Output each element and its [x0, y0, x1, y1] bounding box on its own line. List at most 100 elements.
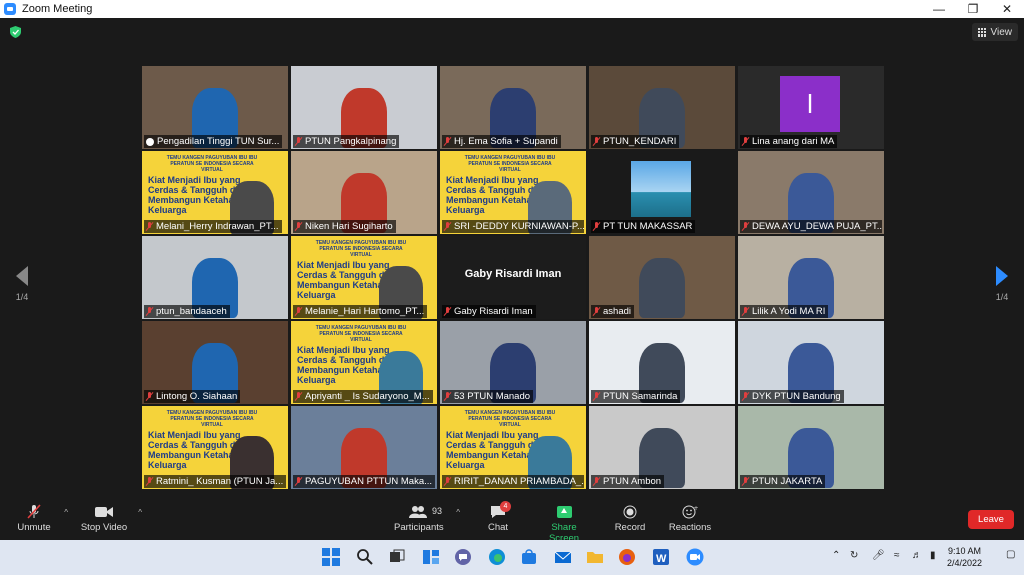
participant-name-label: PTUN JAKARTA [740, 475, 826, 488]
participants-options-caret[interactable]: ^ [456, 508, 460, 517]
microphone-muted-icon [593, 307, 600, 316]
participant-tile[interactable]: ptun_bandaaceh [142, 236, 288, 319]
search-icon[interactable] [356, 548, 374, 566]
participant-name-label: PTUN Pangkalpinang [293, 135, 400, 148]
participant-name-label: DEWA AYU_DEWA PUJA_PT... [740, 220, 882, 233]
participant-name-label: DYK PTUN Bandung [740, 390, 844, 403]
participant-tile[interactable]: TEMU KANGEN PAGUYUBAN IBU IBU PERATUN SE… [440, 151, 586, 234]
unmute-button[interactable]: Unmute ^ [14, 502, 68, 533]
view-button[interactable]: View [971, 23, 1018, 41]
microphone-muted-icon [444, 307, 451, 316]
microphone-muted-icon [444, 137, 451, 146]
microphone-muted-icon [295, 307, 302, 316]
system-clock[interactable]: 9:10 AM 2/4/2022 [947, 545, 982, 569]
minimize-button[interactable]: — [922, 0, 956, 18]
battery-icon[interactable]: ▮ [930, 550, 936, 561]
zoom-taskbar-icon[interactable] [686, 548, 704, 566]
microphone-muted-icon [14, 502, 54, 522]
reactions-button[interactable]: + Reactions [668, 502, 712, 533]
participants-button[interactable]: 93 Participants ^ [394, 502, 460, 533]
microphone-muted-icon [146, 392, 153, 401]
teams-chat-icon[interactable] [454, 548, 472, 566]
leave-button[interactable]: Leave [968, 510, 1014, 529]
word-icon[interactable]: W [652, 548, 670, 566]
page-indicator-right: 1/4 [995, 292, 1009, 302]
participant-tile[interactable]: Lilik A Yodi MA RI [738, 236, 884, 319]
firefox-icon[interactable] [618, 548, 636, 566]
share-screen-button[interactable]: Share Screen [536, 502, 592, 544]
share-screen-icon [536, 502, 592, 522]
chat-button[interactable]: 4 Chat [484, 501, 512, 533]
participant-tile[interactable]: DEWA AYU_DEWA PUJA_PT... [738, 151, 884, 234]
participant-name: 53 PTUN Manado [454, 391, 531, 402]
participant-tile[interactable]: TEMU KANGEN PAGUYUBAN IBU IBU PERATUN SE… [291, 236, 437, 319]
sync-icon[interactable]: ↻ [850, 550, 858, 561]
microphone-icon[interactable]: 🎤︎ [872, 550, 885, 561]
speaking-icon [146, 137, 154, 146]
participant-tile[interactable]: PTUN JAKARTA [738, 406, 884, 489]
participant-tile[interactable]: PTUN_KENDARI [589, 66, 735, 149]
close-button[interactable]: ✕ [990, 0, 1024, 18]
participant-tile[interactable]: 53 PTUN Manado [440, 321, 586, 404]
participant-name-label: ashadi [591, 305, 634, 318]
participant-tile[interactable]: Hj. Ema Sofia + Supandi [440, 66, 586, 149]
banner-subtitle: TEMU KANGEN PAGUYUBAN IBU IBU PERATUN SE… [464, 155, 556, 173]
participant-tile[interactable]: TEMU KANGEN PAGUYUBAN IBU IBU PERATUN SE… [142, 151, 288, 234]
widgets-icon[interactable] [422, 548, 440, 566]
participant-tile[interactable]: Niken Hari Sugiharto [291, 151, 437, 234]
microphone-muted-icon [146, 307, 153, 316]
participant-tile[interactable]: Gaby Risardi Iman Gaby Risardi Iman [440, 236, 586, 319]
participant-name: PAGUYUBAN PTTUN Maka... [305, 476, 433, 487]
notifications-icon[interactable]: ▢ [1006, 549, 1015, 560]
participant-tile[interactable]: PTUN Ambon [589, 406, 735, 489]
participant-name-label: Hj. Ema Sofia + Supandi [442, 135, 561, 148]
next-page-button[interactable]: 1/4 [992, 266, 1012, 302]
banner-subtitle: TEMU KANGEN PAGUYUBAN IBU IBU PERATUN SE… [315, 325, 407, 343]
mail-icon[interactable] [554, 548, 572, 566]
task-view-icon[interactable] [388, 548, 406, 566]
audio-options-caret[interactable]: ^ [64, 508, 68, 517]
participant-tile[interactable]: ashadi [589, 236, 735, 319]
volume-icon[interactable]: ♬ [912, 550, 922, 561]
participant-name-label: Lilik A Yodi MA RI [740, 305, 829, 318]
stop-video-label: Stop Video [80, 522, 128, 533]
participant-name-label: SRI -DEDDY KURNIAWAN-P... [442, 220, 584, 233]
participant-tile[interactable]: PTUN Samarinda [589, 321, 735, 404]
microphone-muted-icon [593, 392, 600, 401]
maximize-button[interactable]: ❐ [956, 0, 990, 18]
microphone-muted-icon [593, 477, 600, 486]
participant-name-label: RIRIT_DANAN PRIAMBADA_... [442, 475, 584, 488]
wifi-icon[interactable]: ≈ [894, 550, 900, 561]
participant-tile[interactable]: TEMU KANGEN PAGUYUBAN IBU IBU PERATUN SE… [440, 406, 586, 489]
record-button[interactable]: Record [612, 502, 648, 533]
security-shield-icon[interactable] [10, 26, 21, 38]
participant-tile[interactable]: TEMU KANGEN PAGUYUBAN IBU IBU PERATUN SE… [291, 321, 437, 404]
banner-subtitle: TEMU KANGEN PAGUYUBAN IBU IBU PERATUN SE… [166, 410, 258, 428]
edge-browser-icon[interactable] [488, 548, 506, 566]
participant-name-label: PT TUN MAKASSAR [591, 220, 696, 233]
participant-tile[interactable]: Lintong O. Siahaan [142, 321, 288, 404]
previous-page-button[interactable]: 1/4 [12, 266, 32, 302]
stop-video-button[interactable]: Stop Video ^ [80, 502, 142, 533]
participant-tile[interactable]: l Lina anang dari MA [738, 66, 884, 149]
participant-name: PTUN_KENDARI [603, 136, 677, 147]
file-explorer-icon[interactable] [586, 548, 604, 566]
participant-tile[interactable]: TEMU KANGEN PAGUYUBAN IBU IBU PERATUN SE… [142, 406, 288, 489]
participant-tile[interactable]: DYK PTUN Bandung [738, 321, 884, 404]
view-button-label: View [990, 26, 1013, 38]
participant-name: PTUN Samarinda [603, 391, 678, 402]
participant-name: Lintong O. Siahaan [156, 391, 238, 402]
participant-name: Lina anang dari MA [752, 136, 835, 147]
video-options-caret[interactable]: ^ [138, 508, 142, 517]
store-icon[interactable] [520, 548, 538, 566]
participant-tile[interactable]: PT TUN MAKASSAR [589, 151, 735, 234]
windows-start-icon[interactable] [322, 548, 340, 566]
participant-tile[interactable]: PTUN Pangkalpinang [291, 66, 437, 149]
banner-subtitle: TEMU KANGEN PAGUYUBAN IBU IBU PERATUN SE… [464, 410, 556, 428]
window-titlebar: Zoom Meeting — ❐ ✕ [0, 0, 1024, 18]
participant-name: PT TUN MAKASSAR [603, 221, 693, 232]
meeting-area: View 1/4 1/4 Pengadilan Tinggi TUN Sur..… [0, 18, 1024, 498]
chevron-up-icon[interactable]: ⌃ [832, 550, 840, 561]
participant-tile[interactable]: PAGUYUBAN PTTUN Maka... [291, 406, 437, 489]
participant-tile[interactable]: Pengadilan Tinggi TUN Sur... [142, 66, 288, 149]
